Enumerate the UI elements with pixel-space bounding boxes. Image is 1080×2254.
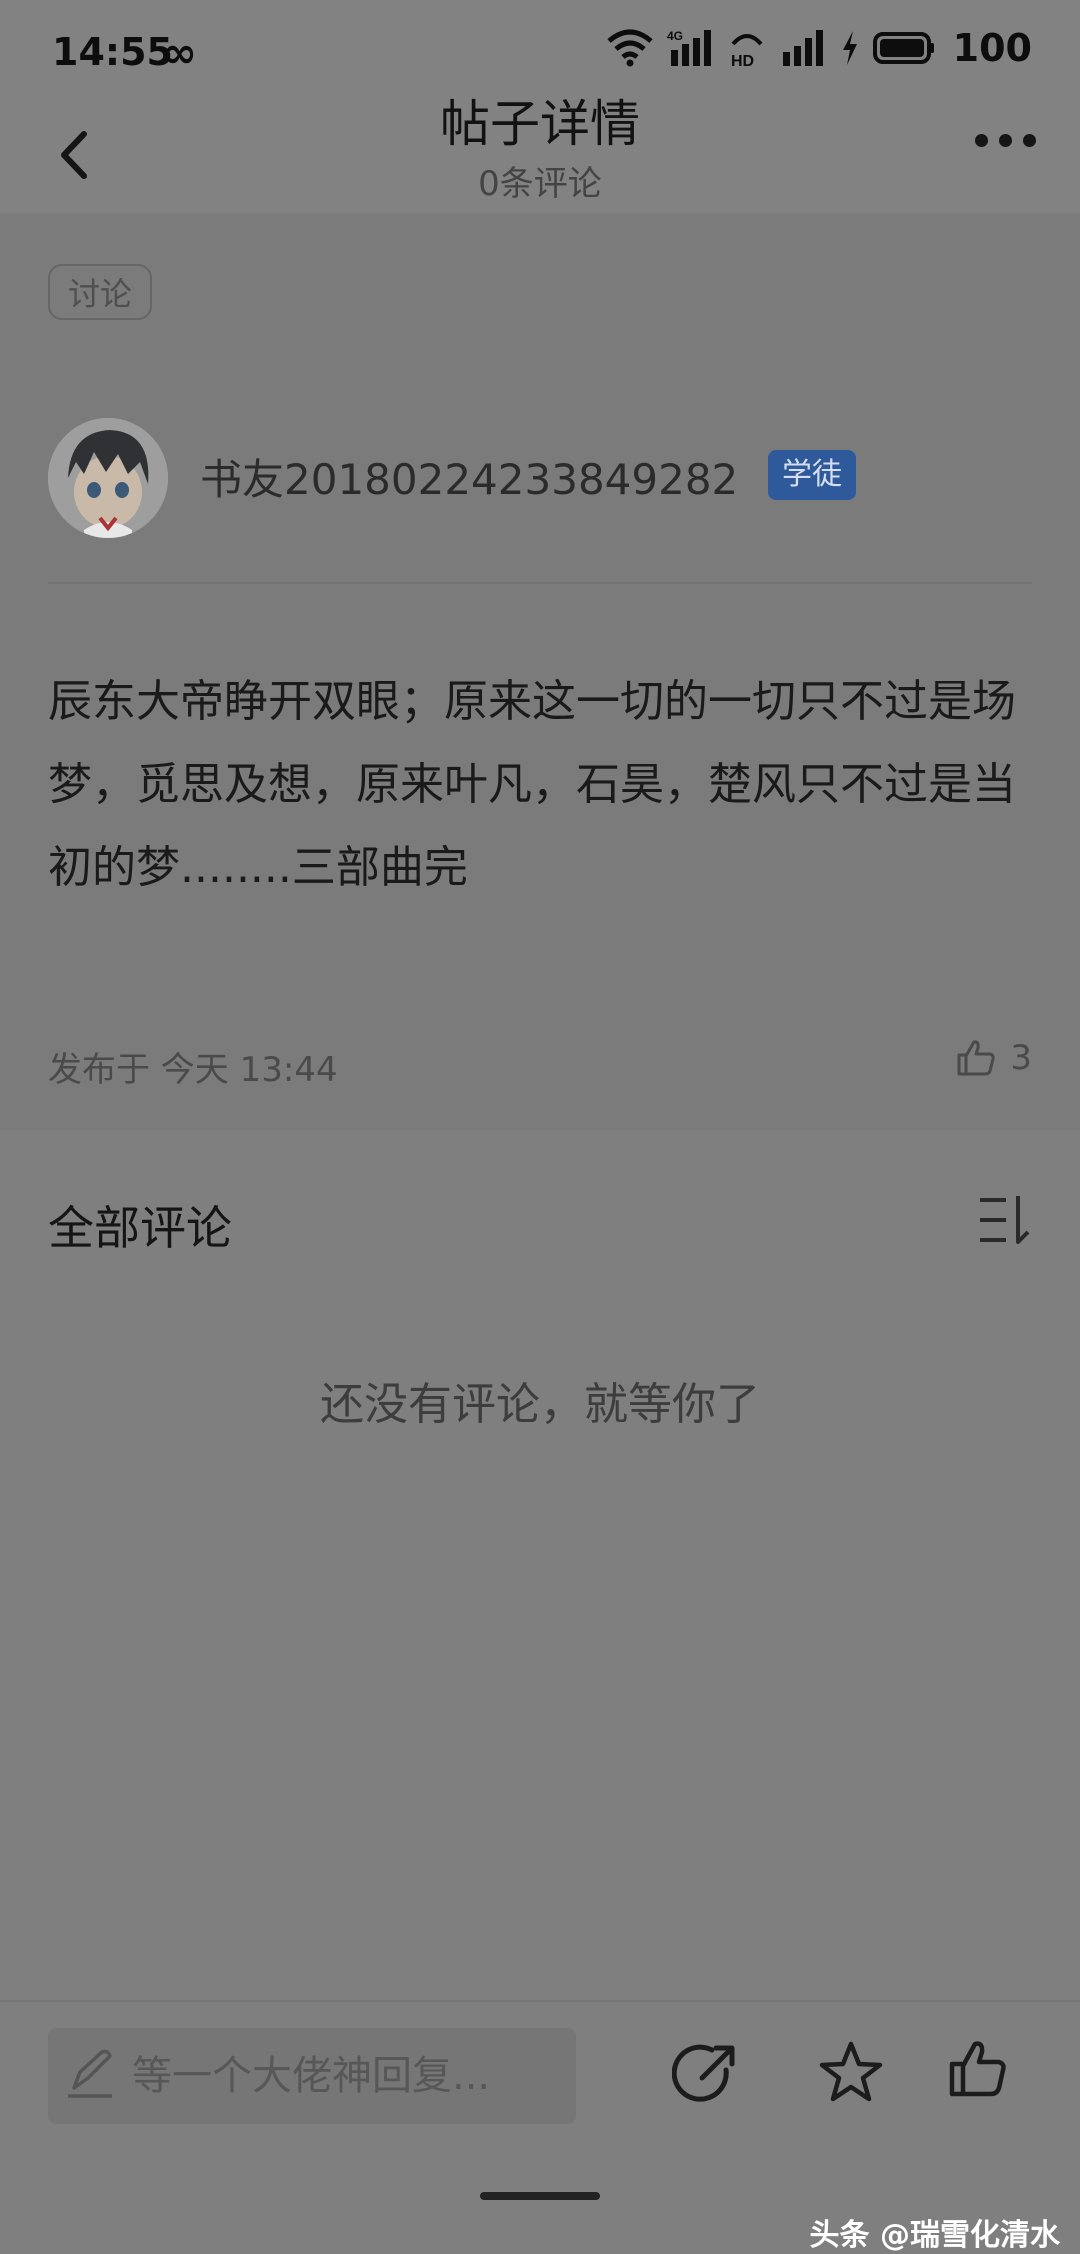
bottom-action-bar: 头条 @瑞雪化清水 [0,2000,1080,2253]
like-count: 3 [1010,1038,1032,1078]
watermark-text: 头条 @瑞雪化清水 [809,2218,1060,2253]
more-dot-icon [1023,134,1036,147]
home-indicator[interactable] [480,2192,600,2200]
share-button[interactable] [671,2040,742,2114]
wifi-icon [607,29,653,67]
comments-section: 全部评论 还没有评论，就等你了 [0,1130,1080,2000]
empty-comments-message: 还没有评论，就等你了 [320,1379,760,1430]
avatar[interactable] [48,418,168,538]
sort-button[interactable] [978,1194,1032,1250]
like-button[interactable] [948,2040,1008,2104]
favorite-button[interactable] [818,2040,884,2110]
battery-level: 100 [952,26,1032,70]
username[interactable]: 书友20180224233849282 [200,446,738,507]
charging-icon [842,31,857,65]
network-label: 4G [667,29,683,43]
hd-label: HD [731,53,754,68]
status-icons: 4G HD 100 [607,26,1032,70]
star-icon [819,2041,883,2102]
user-level-badge: 学徒 [768,450,856,500]
pen-icon [68,2049,112,2098]
post-like-button[interactable]: 3 [956,1038,1032,1078]
thumbs-up-icon [949,2041,1006,2097]
infinity-icon: ∞ [162,28,197,77]
divider [48,582,1032,584]
thumbs-up-icon [957,1040,996,1076]
post-content: 辰东大帝睁开双眼；原来这一切的一切只不过是场梦，觅思及想，原来叶凡，石昊，楚风只… [48,676,1016,893]
more-options-button[interactable] [975,134,1036,147]
post-timestamp: 发布于 今天 13:44 [48,1050,338,1090]
comment-count-subtitle: 0条评论 [478,164,602,204]
avatar-image [48,418,168,538]
status-time: 14:55 [52,30,173,74]
page-title: 帖子详情 [440,95,640,153]
post-card: 讨论 书友20180224233849282 学徒 辰东大帝睁开双眼；原来这一切… [0,214,1080,1130]
hd-icon: HD [731,34,763,68]
reply-input[interactable] [48,2028,576,2124]
more-dot-icon [999,134,1012,147]
share-icon [671,2044,735,2102]
battery-icon [872,32,934,64]
topic-tag[interactable]: 讨论 [48,264,153,320]
signal-icon [782,30,823,66]
more-dot-icon [975,134,988,147]
sort-icon [980,1196,1030,1244]
nav-bar: 帖子详情 0条评论 [0,95,1080,212]
signal-4g-icon: 4G [667,29,711,66]
comments-heading: 全部评论 [48,1201,232,1255]
